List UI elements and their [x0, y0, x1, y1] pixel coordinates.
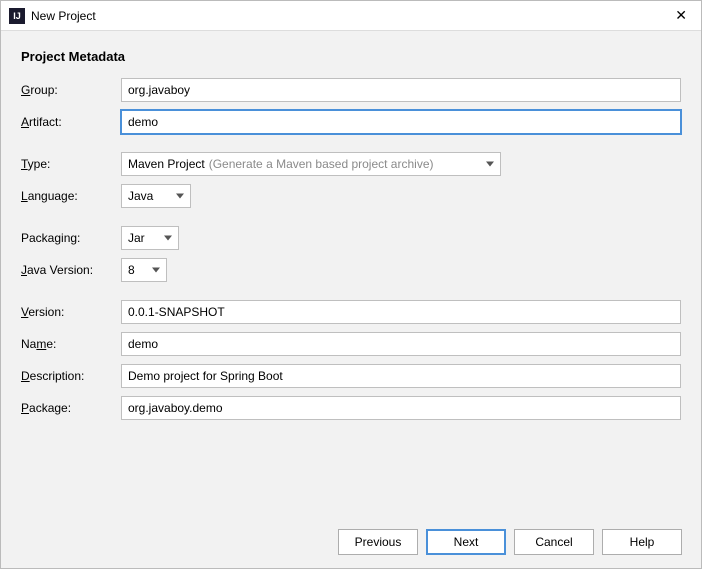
group-label: Group: — [21, 83, 121, 97]
content-area: Project Metadata Group: Artifact: Type: … — [1, 31, 701, 438]
type-select-value: Maven Project — [128, 157, 205, 171]
artifact-label: Artifact: — [21, 115, 121, 129]
chevron-down-icon — [164, 236, 172, 241]
language-label: Language: — [21, 189, 121, 203]
artifact-input[interactable] — [121, 110, 681, 134]
chevron-down-icon — [486, 162, 494, 167]
cancel-button[interactable]: Cancel — [514, 529, 594, 555]
next-button[interactable]: Next — [426, 529, 506, 555]
java-version-label: Java Version: — [21, 263, 121, 277]
package-input[interactable] — [121, 396, 681, 420]
type-select-hint: (Generate a Maven based project archive) — [209, 157, 434, 171]
language-select-value: Java — [128, 189, 153, 203]
description-input[interactable] — [121, 364, 681, 388]
button-bar: Previous Next Cancel Help — [338, 529, 682, 555]
type-select[interactable]: Maven Project (Generate a Maven based pr… — [121, 152, 501, 176]
packaging-select[interactable]: Jar — [121, 226, 179, 250]
chevron-down-icon — [152, 268, 160, 273]
chevron-down-icon — [176, 194, 184, 199]
window-title: New Project — [31, 9, 669, 23]
previous-button[interactable]: Previous — [338, 529, 418, 555]
packaging-label: Packaging: — [21, 231, 121, 245]
version-label: Version: — [21, 305, 121, 319]
close-icon[interactable]: ✕ — [669, 7, 693, 24]
app-icon: IJ — [9, 8, 25, 24]
help-button[interactable]: Help — [602, 529, 682, 555]
java-version-select-value: 8 — [128, 263, 135, 277]
description-label: Description: — [21, 369, 121, 383]
packaging-select-value: Jar — [128, 231, 145, 245]
package-label: Package: — [21, 401, 121, 415]
type-label: Type: — [21, 157, 121, 171]
group-input[interactable] — [121, 78, 681, 102]
name-label: Name: — [21, 337, 121, 351]
java-version-select[interactable]: 8 — [121, 258, 167, 282]
titlebar: IJ New Project ✕ — [1, 1, 701, 31]
language-select[interactable]: Java — [121, 184, 191, 208]
name-input[interactable] — [121, 332, 681, 356]
section-heading: Project Metadata — [21, 49, 681, 64]
version-input[interactable] — [121, 300, 681, 324]
